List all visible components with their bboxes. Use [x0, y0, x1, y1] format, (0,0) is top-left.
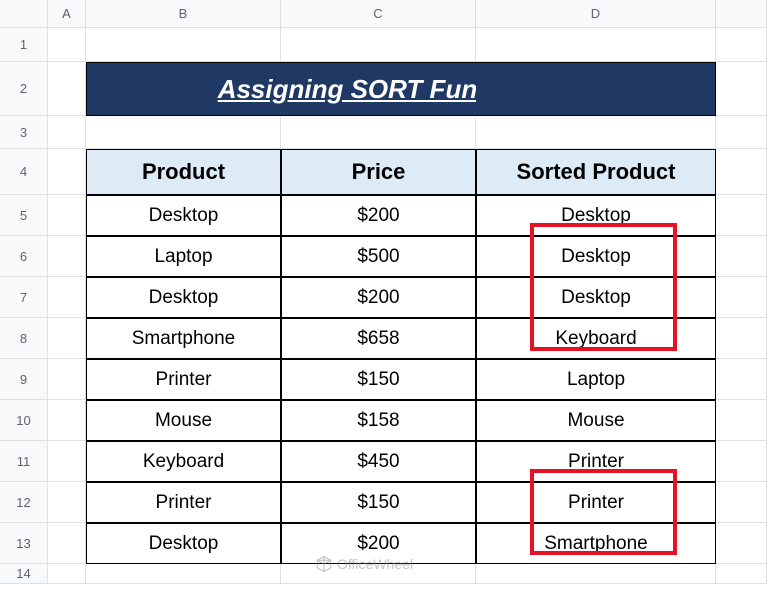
cell-d14[interactable] — [476, 564, 716, 584]
row-header-8[interactable]: 8 — [0, 318, 48, 359]
cell-a13[interactable] — [48, 523, 86, 564]
row-header-12[interactable]: 12 — [0, 482, 48, 523]
cell-a12[interactable] — [48, 482, 86, 523]
cell-a6[interactable] — [48, 236, 86, 277]
column-header-d[interactable]: D — [476, 0, 716, 28]
cell-sorted[interactable]: Desktop — [476, 277, 716, 318]
select-all-corner[interactable] — [0, 0, 48, 28]
row-header-10[interactable]: 10 — [0, 400, 48, 441]
row-header-5[interactable]: 5 — [0, 195, 48, 236]
cell-a10[interactable] — [48, 400, 86, 441]
cell-product[interactable]: Printer — [86, 359, 281, 400]
row-header-6[interactable]: 6 — [0, 236, 48, 277]
cell-product[interactable]: Printer — [86, 482, 281, 523]
cell-price[interactable]: $200 — [281, 523, 476, 564]
column-header-b[interactable]: B — [86, 0, 281, 28]
cell-sorted[interactable]: Desktop — [476, 195, 716, 236]
cell-sorted[interactable]: Printer — [476, 482, 716, 523]
row-header-3[interactable]: 3 — [0, 116, 48, 149]
row-header-7[interactable]: 7 — [0, 277, 48, 318]
cell-price[interactable]: $158 — [281, 400, 476, 441]
cell-price[interactable]: $450 — [281, 441, 476, 482]
cell-a14[interactable] — [48, 564, 86, 584]
cell-sorted[interactable]: Printer — [476, 441, 716, 482]
cell-price[interactable]: $200 — [281, 195, 476, 236]
row-header-13[interactable]: 13 — [0, 523, 48, 564]
cell-d1[interactable] — [476, 28, 716, 62]
title-cell[interactable] — [476, 62, 716, 116]
cell-b1[interactable] — [86, 28, 281, 62]
cell-c14[interactable] — [281, 564, 476, 584]
row-header-11[interactable]: 11 — [0, 441, 48, 482]
cell-product[interactable]: Desktop — [86, 277, 281, 318]
cell-a3[interactable] — [48, 116, 86, 149]
cell-price[interactable]: $150 — [281, 359, 476, 400]
column-header-rest — [716, 0, 767, 28]
cell-c3[interactable] — [281, 116, 476, 149]
row-header-2[interactable]: 2 — [0, 62, 48, 116]
cell-sorted[interactable]: Mouse — [476, 400, 716, 441]
row-header-1[interactable]: 1 — [0, 28, 48, 62]
cell-a9[interactable] — [48, 359, 86, 400]
cell-product[interactable]: Keyboard — [86, 441, 281, 482]
cell-sorted[interactable]: Keyboard — [476, 318, 716, 359]
cell-sorted[interactable]: Smartphone — [476, 523, 716, 564]
cell-a1[interactable] — [48, 28, 86, 62]
cell-a2[interactable] — [48, 62, 86, 116]
cell-b14[interactable] — [86, 564, 281, 584]
row-header-9[interactable]: 9 — [0, 359, 48, 400]
cell-a7[interactable] — [48, 277, 86, 318]
cell-c1[interactable] — [281, 28, 476, 62]
cell-price[interactable]: $500 — [281, 236, 476, 277]
header-price[interactable]: Price — [281, 149, 476, 195]
header-sorted[interactable]: Sorted Product — [476, 149, 716, 195]
cell-sorted[interactable]: Desktop — [476, 236, 716, 277]
cell-d3[interactable] — [476, 116, 716, 149]
cell-product[interactable]: Desktop — [86, 195, 281, 236]
cell-price[interactable]: $150 — [281, 482, 476, 523]
cell-price[interactable]: $658 — [281, 318, 476, 359]
spreadsheet-grid: A B C D 1 2 Assigning SORT Function 3 — [0, 0, 767, 584]
row-header-4[interactable]: 4 — [0, 149, 48, 195]
cell-a5[interactable] — [48, 195, 86, 236]
row-header-14[interactable]: 14 — [0, 564, 48, 584]
column-headers: A B C D — [0, 0, 767, 28]
cell-b3[interactable] — [86, 116, 281, 149]
header-product[interactable]: Product — [86, 149, 281, 195]
title-cell[interactable]: Assigning SORT Function — [281, 62, 476, 116]
cell-product[interactable]: Desktop — [86, 523, 281, 564]
cell-a8[interactable] — [48, 318, 86, 359]
cell-product[interactable]: Mouse — [86, 400, 281, 441]
cell-product[interactable]: Smartphone — [86, 318, 281, 359]
cell-a11[interactable] — [48, 441, 86, 482]
cell-product[interactable]: Laptop — [86, 236, 281, 277]
column-header-a[interactable]: A — [48, 0, 86, 28]
cell-a4[interactable] — [48, 149, 86, 195]
cell-sorted[interactable]: Laptop — [476, 359, 716, 400]
column-header-c[interactable]: C — [281, 0, 476, 28]
cell-price[interactable]: $200 — [281, 277, 476, 318]
